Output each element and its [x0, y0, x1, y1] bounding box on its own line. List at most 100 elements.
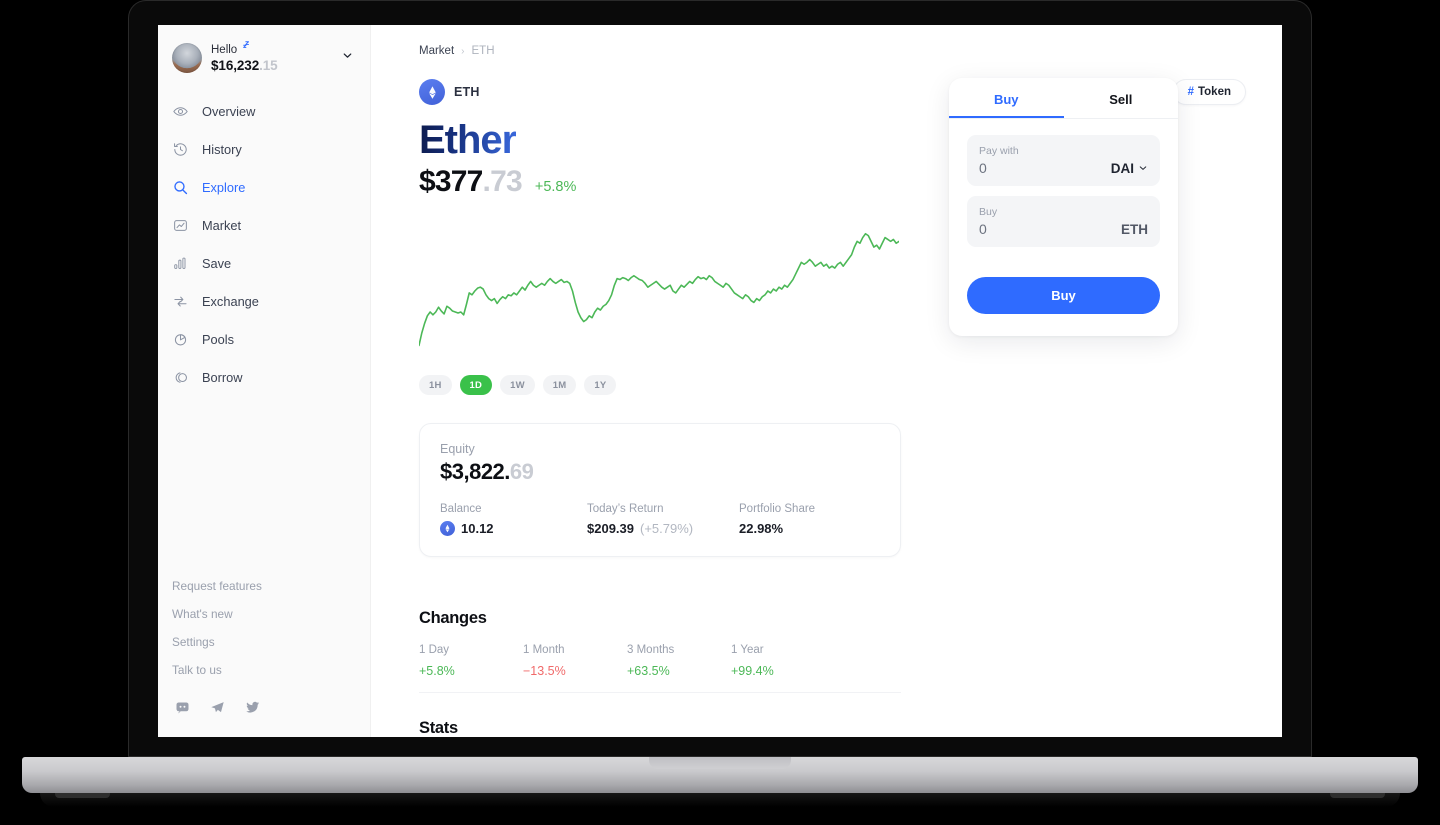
link-talk-to-us[interactable]: Talk to us: [172, 656, 356, 684]
range-1h[interactable]: 1H: [419, 375, 452, 395]
laptop-mockup: Hello $16,232.15 Overview History Explor…: [0, 0, 1440, 825]
buy-amount-input[interactable]: [979, 221, 1121, 237]
changes-section: Changes 1 Day +5.8% 1 Month −13.5% 3 Mon…: [419, 609, 901, 737]
sidebar-item-label: Overview: [202, 103, 256, 119]
token-tag-badge[interactable]: # Token: [1172, 79, 1246, 105]
laptop-foot-right: [1330, 793, 1385, 798]
search-icon: [172, 179, 189, 196]
stat-label: Portfolio Share: [739, 503, 816, 515]
stat-value: 22.98%: [739, 521, 784, 536]
laptop-base: [22, 757, 1418, 793]
range-1y[interactable]: 1Y: [584, 375, 617, 395]
discord-icon[interactable]: [175, 700, 190, 715]
change-label: 1 Day: [419, 644, 450, 656]
trade-panel: Buy Sell Pay with DAI: [949, 78, 1178, 336]
breadcrumb-current: ETH: [471, 45, 495, 57]
sidebar-secondary-links: Request features What's new Settings Tal…: [158, 572, 370, 684]
equity-card: Equity $3,822.69 Balance 10.12 Today’s R…: [419, 423, 901, 557]
twitter-icon[interactable]: [245, 700, 260, 715]
link-request-features[interactable]: Request features: [172, 572, 356, 600]
hash-icon: #: [1187, 86, 1194, 98]
change-value: +99.4%: [731, 664, 774, 678]
social-links: [158, 684, 370, 737]
sidebar-item-exchange[interactable]: Exchange: [158, 282, 370, 320]
trade-tabs: Buy Sell: [949, 78, 1178, 119]
avatar: [172, 43, 202, 73]
stat-value-row: 22.98%: [739, 521, 815, 536]
link-settings[interactable]: Settings: [172, 628, 356, 656]
price-main: $377: [419, 165, 483, 198]
sidebar-item-label: History: [202, 141, 242, 157]
buy-amount-field: Buy ETH: [967, 196, 1160, 247]
change-label: 3 Months: [627, 644, 675, 656]
bars-icon: [172, 255, 189, 272]
pay-with-row: DAI: [979, 160, 1148, 176]
link-whats-new[interactable]: What's new: [172, 600, 356, 628]
buy-button[interactable]: Buy: [967, 277, 1160, 314]
range-1w[interactable]: 1W: [500, 375, 535, 395]
breadcrumb: Market › ETH: [371, 45, 1282, 57]
buy-amount-label: Buy: [979, 206, 998, 218]
sidebar-item-label: Save: [202, 255, 232, 271]
sidebar-item-market[interactable]: Market: [158, 206, 370, 244]
price-chart[interactable]: [419, 225, 899, 357]
sidebar-item-label: Explore: [202, 179, 246, 195]
balance-main: $16,232: [211, 58, 260, 73]
change-1-day: 1 Day +5.8%: [419, 644, 523, 678]
ethereum-icon: [419, 79, 445, 105]
sidebar-item-borrow[interactable]: Borrow: [158, 358, 370, 396]
changes-grid: 1 Day +5.8% 1 Month −13.5% 3 Months +63.…: [419, 644, 901, 693]
greeting-label: Hello: [211, 43, 238, 56]
chart-frame-icon: [172, 217, 189, 234]
sidebar-item-history[interactable]: History: [158, 130, 370, 168]
sidebar-item-explore[interactable]: Explore: [158, 168, 370, 206]
chevron-down-icon: [1138, 161, 1148, 176]
price-decimals: .73: [482, 165, 523, 198]
chevron-right-icon: ›: [461, 45, 465, 57]
range-1d[interactable]: 1D: [459, 375, 493, 395]
asset-symbol: ETH: [454, 85, 480, 99]
equity-label: Equity: [440, 442, 475, 456]
stat-value-row: $209.39 (+5.79%): [587, 521, 739, 536]
sidebar-item-pools[interactable]: Pools: [158, 320, 370, 358]
ethereum-icon: [440, 521, 455, 536]
page-title: Ether: [419, 118, 517, 162]
sidebar: Hello $16,232.15 Overview History Explor…: [158, 25, 371, 737]
sidebar-item-overview[interactable]: Overview: [158, 92, 370, 130]
telegram-icon[interactable]: [210, 700, 225, 715]
buy-amount-currency: ETH: [1121, 221, 1148, 237]
breadcrumb-parent[interactable]: Market: [419, 45, 454, 57]
pay-with-currency-selector[interactable]: DAI: [1111, 161, 1148, 176]
timeframe-selector: 1H 1D 1W 1M 1Y: [419, 375, 1246, 395]
stat-value: 10.12: [461, 521, 494, 536]
tab-sell[interactable]: Sell: [1064, 78, 1179, 118]
change-value: −13.5%: [523, 664, 566, 678]
sleep-emoji-icon: [239, 39, 250, 54]
balance-cents: .15: [259, 58, 278, 73]
account-balance: $16,232.15: [211, 57, 332, 74]
stat-todays-return: Today’s Return $209.39 (+5.79%): [587, 503, 739, 536]
stat-value: $209.39: [587, 521, 634, 536]
asset-identity: ETH: [419, 79, 480, 105]
borrow-circles-icon: [172, 369, 189, 386]
range-1m[interactable]: 1M: [542, 375, 577, 395]
account-switcher[interactable]: Hello $16,232.15: [158, 25, 370, 74]
stats-title: Stats: [419, 719, 458, 737]
pay-with-input[interactable]: [979, 160, 1111, 176]
stat-value-row: 10.12: [440, 521, 587, 536]
pay-with-field: Pay with DAI: [967, 135, 1160, 186]
exchange-arrows-icon: [172, 293, 189, 310]
sidebar-item-label: Borrow: [202, 369, 243, 385]
stat-label: Balance: [440, 503, 482, 515]
stat-balance: Balance 10.12: [440, 503, 587, 536]
price-change: +5.8%: [534, 179, 577, 195]
tab-buy[interactable]: Buy: [949, 78, 1064, 118]
laptop-base-shadow: [40, 791, 1400, 807]
chevron-down-icon[interactable]: [341, 49, 356, 67]
sidebar-nav: Overview History Explore Market Save Exc…: [158, 92, 370, 396]
change-label: 1 Month: [523, 644, 565, 656]
laptop-foot-left: [55, 793, 110, 798]
sidebar-item-save[interactable]: Save: [158, 244, 370, 282]
change-value: +63.5%: [627, 664, 670, 678]
